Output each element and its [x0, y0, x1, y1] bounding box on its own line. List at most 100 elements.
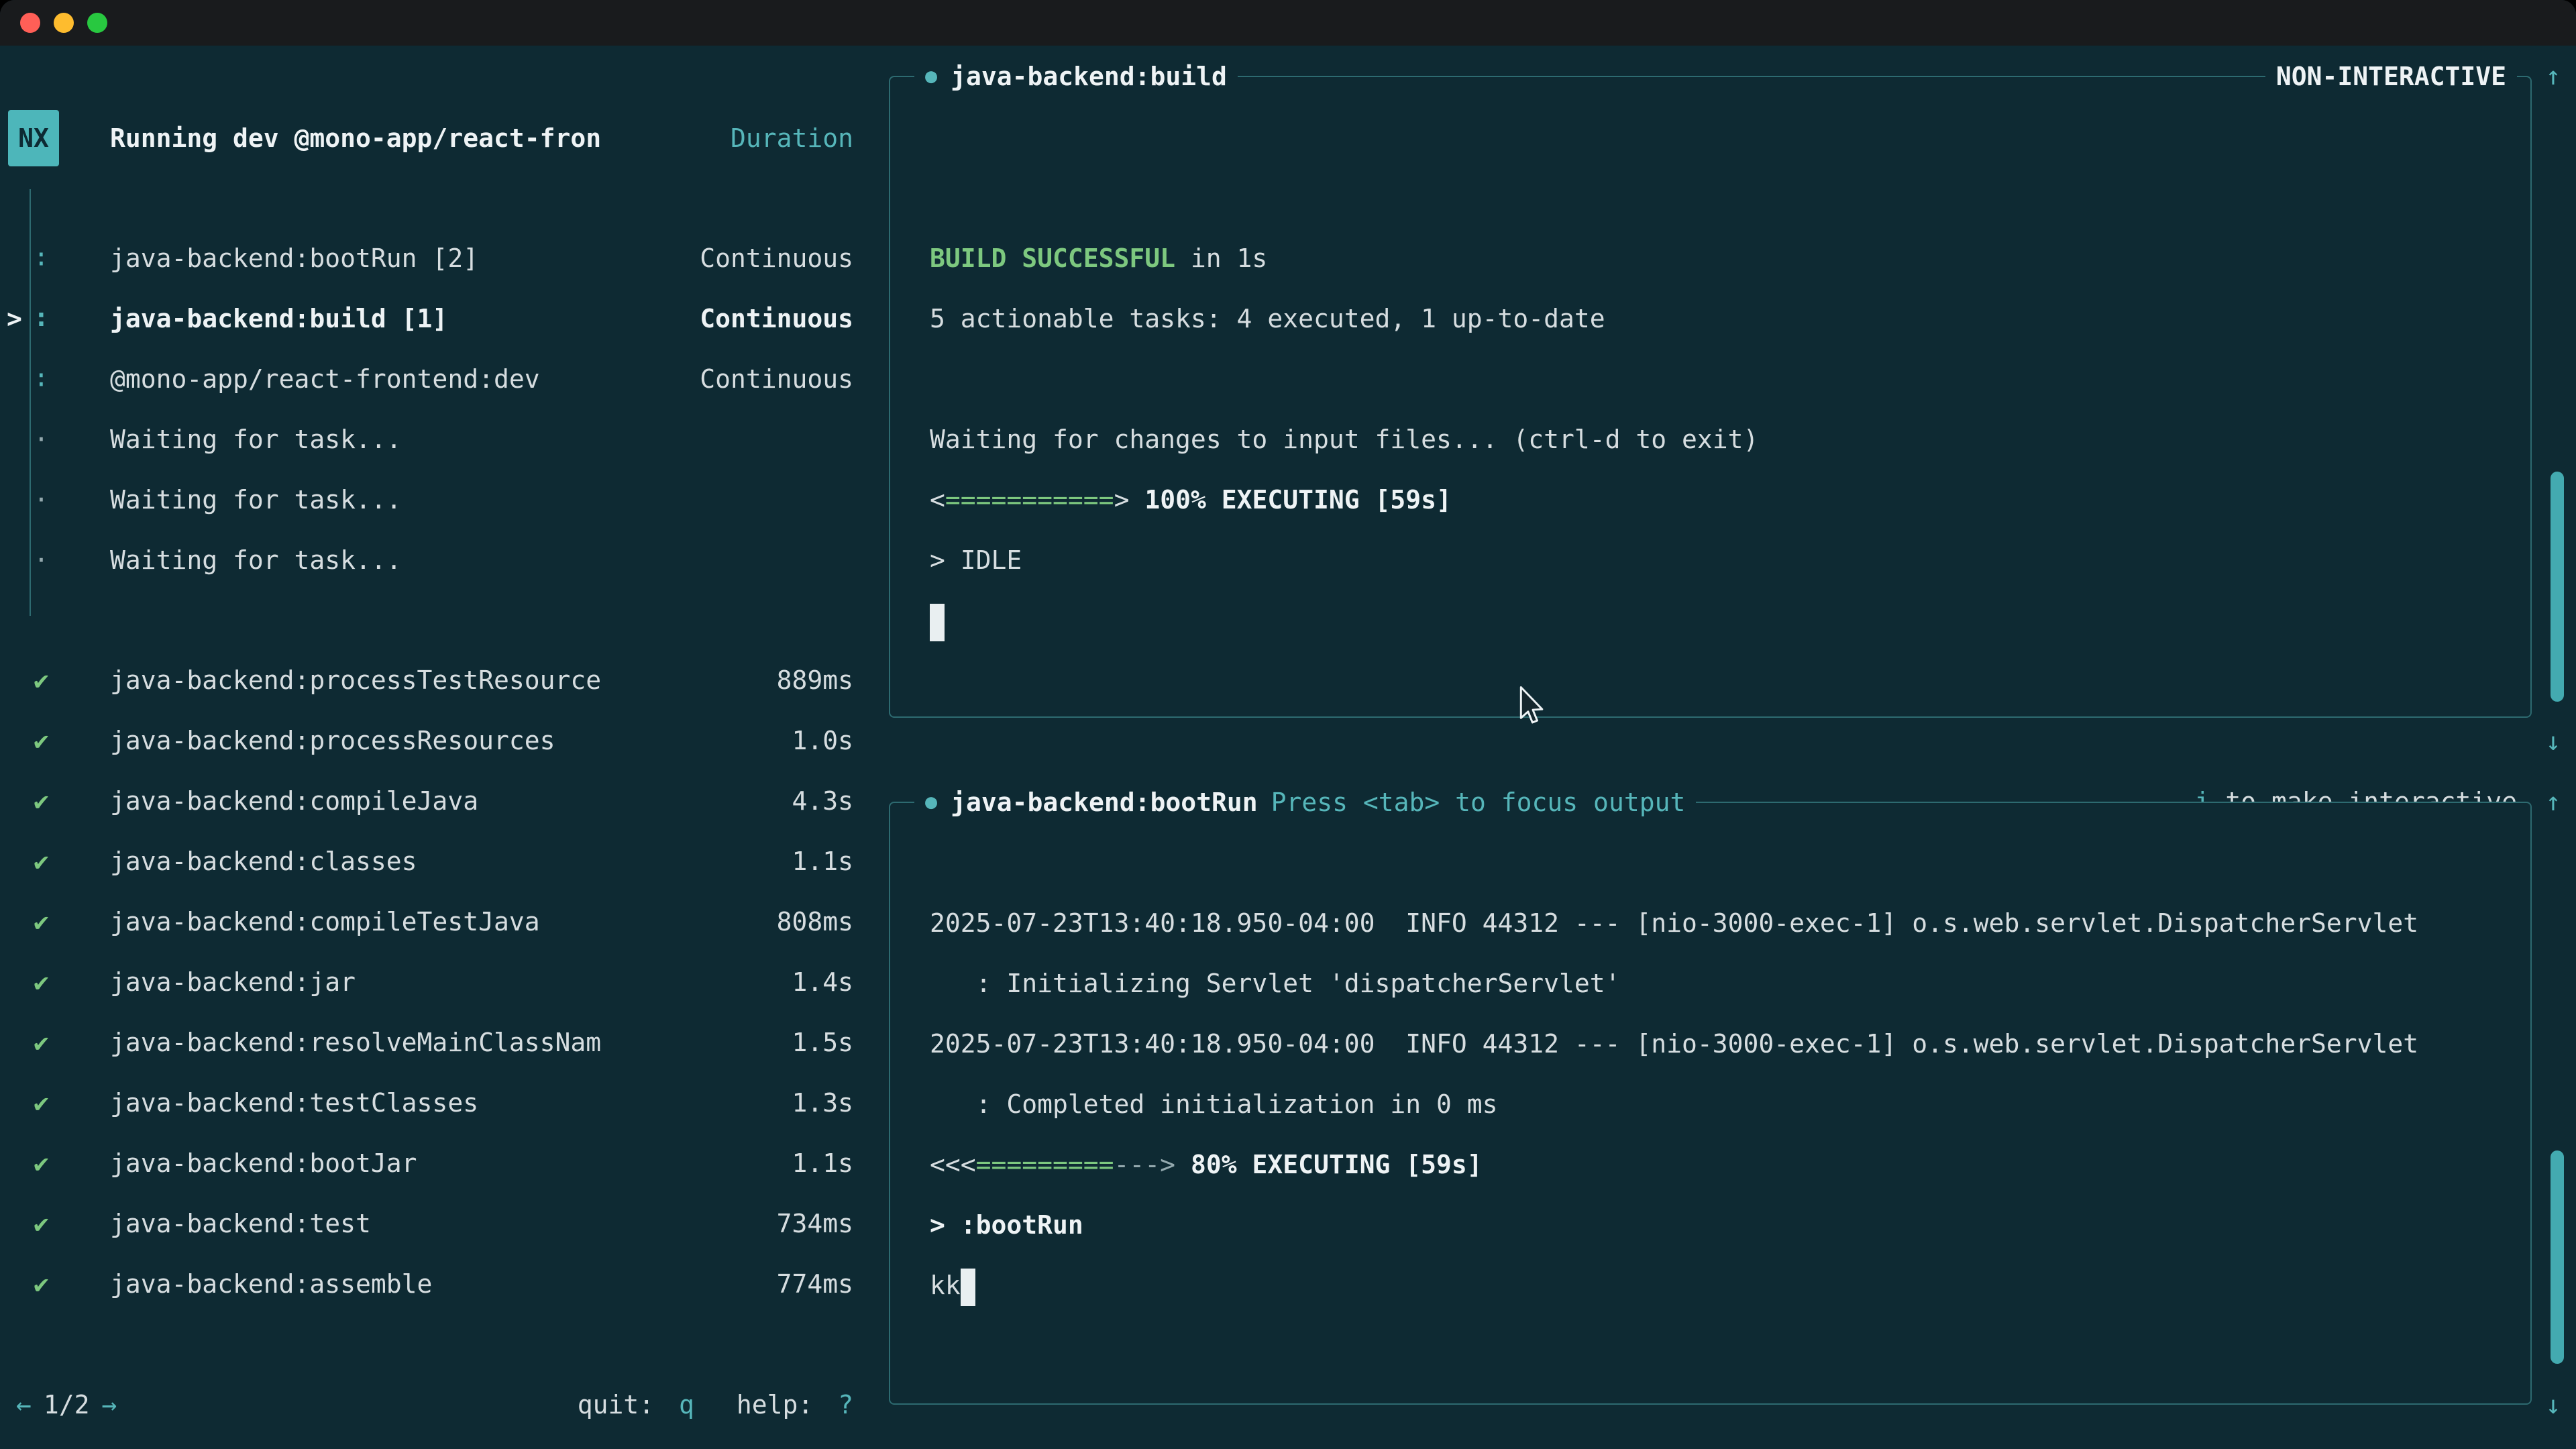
task-row[interactable]: ✔java-backend:compileJava4.3s	[0, 771, 885, 831]
task-row[interactable]: ✔java-backend:processResources1.0s	[0, 710, 885, 771]
terminal-line: : Completed initialization in 0 ms	[930, 1074, 2530, 1134]
terminal-line: kk	[930, 1255, 2530, 1316]
task-row[interactable]: ✔java-backend:jar1.4s	[0, 952, 885, 1012]
task-row[interactable]: ∶@mono-app/react-frontend:devContinuous	[0, 349, 885, 409]
terminal-text: =========	[976, 1150, 1114, 1179]
task-label: java-backend:bootJar	[110, 1148, 417, 1178]
terminal-line	[930, 349, 2530, 409]
task-label: java-backend:compileTestJava	[110, 907, 540, 936]
task-label: java-backend:processTestResource	[110, 665, 601, 695]
minimize-button[interactable]	[54, 13, 74, 33]
task-row[interactable]: ·Waiting for task...	[0, 470, 885, 530]
task-row[interactable]: ✔java-backend:classes1.1s	[0, 831, 885, 892]
scroll-down-icon[interactable]: ↓	[2533, 1375, 2573, 1435]
build-output-pane[interactable]: ● java-backend:build NON-INTERACTIVE BUI…	[889, 76, 2532, 718]
sidebar-header: NX Running dev @mono-app/react-fron Dura…	[0, 108, 885, 168]
task-label: @mono-app/react-frontend:dev	[110, 364, 540, 394]
text-cursor-block	[961, 1269, 975, 1306]
sidebar-title: Running dev @mono-app/react-fron	[110, 123, 601, 153]
task-duration: 734ms	[777, 1209, 853, 1238]
task-label: java-backend:test	[110, 1209, 371, 1238]
scroll-down-icon[interactable]: ↓	[2533, 711, 2573, 771]
task-status-icon: ✔	[30, 1148, 110, 1178]
task-duration: 1.3s	[792, 1088, 853, 1118]
bootrun-terminal-output: 2025-07-23T13:40:18.950-04:00 INFO 44312…	[890, 803, 2530, 1316]
task-status-icon: ✔	[30, 726, 110, 755]
task-duration: 1.1s	[792, 1148, 853, 1178]
build-pane-title-group: ● java-backend:build	[914, 61, 1238, 92]
task-duration: 808ms	[777, 907, 853, 936]
non-interactive-badge: NON-INTERACTIVE	[2265, 61, 2517, 92]
terminal-line: 2025-07-23T13:40:18.950-04:00 INFO 44312…	[930, 1014, 2530, 1074]
task-row[interactable]: ·Waiting for task...	[0, 409, 885, 470]
task-row[interactable]: ·Waiting for task...	[0, 530, 885, 590]
build-scrollbar-thumb[interactable]	[2551, 472, 2564, 702]
terminal-text: Waiting for changes to input files... (c…	[930, 425, 1758, 454]
task-row[interactable]: ✔java-backend:processTestResource889ms	[0, 650, 885, 710]
terminal-text: 80% EXECUTING [59s]	[1175, 1150, 1483, 1179]
nx-tui: NX Running dev @mono-app/react-fron Dura…	[0, 46, 2576, 1449]
task-duration: Continuous	[700, 244, 853, 273]
help-hint-label: help:	[737, 1390, 813, 1419]
next-page-arrow[interactable]: →	[102, 1390, 117, 1419]
task-label: Waiting for task...	[110, 485, 402, 515]
terminal-line: <===========> 100% EXECUTING [59s]	[930, 470, 2530, 530]
task-duration: Continuous	[700, 304, 853, 333]
scroll-up-icon[interactable]: ↑	[2533, 46, 2573, 106]
mouse-cursor	[1517, 686, 1548, 728]
bootrun-pane-header: ● java-backend:bootRun Press <tab> to fo…	[914, 787, 2517, 818]
bootrun-scrollbar-thumb[interactable]	[2551, 1150, 2564, 1364]
terminal-line: > :bootRun	[930, 1195, 2530, 1255]
pagination: ← 1/2 →	[16, 1390, 117, 1419]
task-label: java-backend:build [1]	[110, 304, 447, 333]
task-label: java-backend:resolveMainClassNam	[110, 1028, 601, 1057]
terminal-text: : Initializing Servlet 'dispatcherServle…	[930, 969, 1621, 998]
task-status-icon: ·	[30, 485, 110, 515]
task-duration: 1.5s	[792, 1028, 853, 1057]
task-label: java-backend:compileJava	[110, 786, 478, 816]
build-pane-title: java-backend:build	[951, 61, 1227, 92]
task-label: java-backend:bootRun [2]	[110, 244, 478, 273]
terminal-text: >	[1114, 485, 1130, 515]
task-status-icon: ∶	[30, 364, 110, 394]
task-row[interactable]: ✔java-backend:resolveMainClassNam1.5s	[0, 1012, 885, 1073]
task-status-icon: ✔	[30, 847, 110, 876]
task-status-icon: ∶	[30, 244, 110, 273]
task-status-icon: ✔	[30, 967, 110, 997]
terminal-text: > :bootRun	[930, 1210, 1083, 1240]
task-row[interactable]: ✔java-backend:compileTestJava 808ms	[0, 892, 885, 952]
task-row[interactable]: ∶java-backend:bootRun [2] Continuous	[0, 228, 885, 288]
zoom-button[interactable]	[87, 13, 107, 33]
prev-page-arrow[interactable]: ←	[16, 1390, 32, 1419]
task-row[interactable]: >∶java-backend:build [1]Continuous	[0, 288, 885, 349]
task-duration: 889ms	[777, 665, 853, 695]
close-button[interactable]	[20, 13, 40, 33]
task-status-icon: ✔	[30, 907, 110, 936]
task-label: Waiting for task...	[110, 545, 402, 575]
terminal-text: <	[930, 485, 945, 515]
task-duration: 774ms	[777, 1269, 853, 1299]
bootrun-pane-title: java-backend:bootRun	[951, 787, 1258, 818]
task-label: java-backend:testClasses	[110, 1088, 478, 1118]
task-row[interactable]: ✔java-backend:test 734ms	[0, 1193, 885, 1254]
task-status-icon: ✔	[30, 786, 110, 816]
task-status-icon: ∶	[30, 304, 110, 333]
bootrun-output-pane[interactable]: ● java-backend:bootRun Press <tab> to fo…	[889, 802, 2532, 1405]
terminal-line: 5 actionable tasks: 4 executed, 1 up-to-…	[930, 288, 2530, 349]
duration-column-header: Duration	[731, 123, 853, 153]
help-key: ?	[838, 1390, 853, 1419]
bootrun-pane-title-group: ● java-backend:bootRun Press <tab> to fo…	[914, 787, 1696, 818]
task-status-icon: ✔	[30, 1209, 110, 1238]
task-row[interactable]: ✔java-backend:testClasses1.3s	[0, 1073, 885, 1133]
terminal-text: 5 actionable tasks: 4 executed, 1 up-to-…	[930, 304, 1605, 333]
task-row[interactable]: ✔java-backend:bootJar 1.1s	[0, 1133, 885, 1193]
task-status-icon: ·	[30, 545, 110, 575]
key-hints: quit: q help: ?	[568, 1390, 853, 1419]
terminal-line	[930, 590, 2530, 651]
task-label: java-backend:assemble	[110, 1269, 432, 1299]
nx-logo: NX	[8, 110, 59, 166]
task-duration: 1.0s	[792, 726, 853, 755]
task-row[interactable]: ✔java-backend:assemble774ms	[0, 1254, 885, 1314]
task-sidebar: NX Running dev @mono-app/react-fron Dura…	[0, 46, 885, 1449]
scroll-up-icon[interactable]: ↑	[2533, 771, 2573, 832]
